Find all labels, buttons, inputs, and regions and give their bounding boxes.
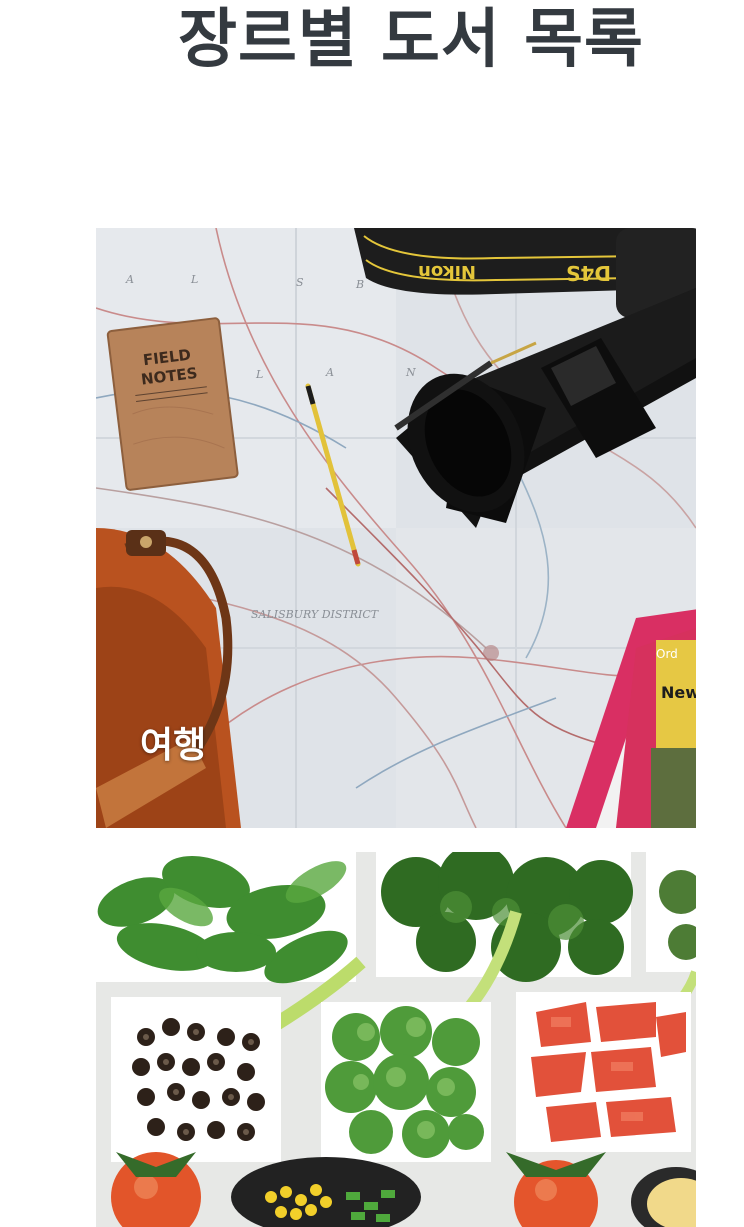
svg-text:L: L bbox=[190, 273, 198, 286]
svg-text:S: S bbox=[296, 276, 304, 289]
svg-text:N: N bbox=[405, 366, 416, 379]
svg-text:L: L bbox=[255, 368, 263, 381]
page-title: 장르별 도서 목록 bbox=[178, 3, 644, 77]
genre-card-food[interactable] bbox=[96, 852, 696, 1227]
svg-text:Ord: Ord bbox=[656, 647, 678, 661]
svg-text:A: A bbox=[125, 273, 134, 286]
strap-model-text: D4S bbox=[566, 261, 611, 285]
genre-card-travel[interactable]: A L S B L A N SALISBURY DISTRICT Nikon D4S F… bbox=[96, 228, 696, 828]
strap-brand-text: Nikon bbox=[418, 261, 476, 282]
svg-text:A: A bbox=[325, 366, 334, 379]
svg-text:B: B bbox=[355, 278, 364, 291]
svg-text:SALISBURY DISTRICT: SALISBURY DISTRICT bbox=[251, 608, 380, 621]
genre-label-travel: 여행 bbox=[140, 725, 207, 766]
food-photo bbox=[96, 852, 696, 1227]
svg-text:New: New bbox=[661, 683, 696, 702]
